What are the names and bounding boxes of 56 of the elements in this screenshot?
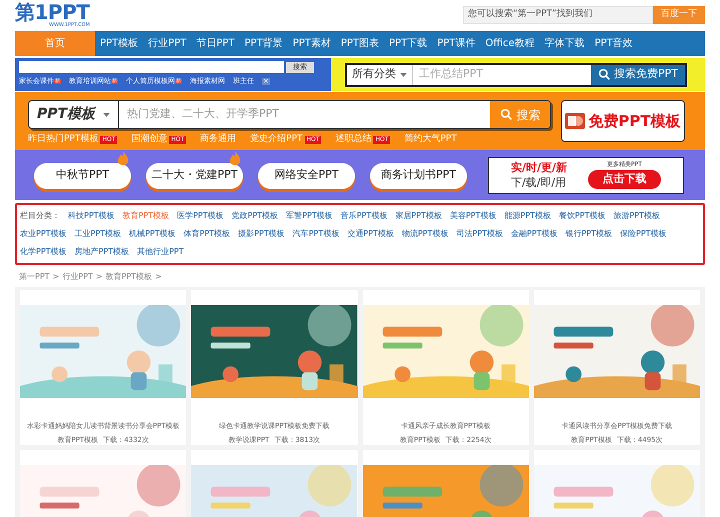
nav-tab[interactable]: PPT下载 bbox=[384, 31, 432, 56]
powerpoint-icon bbox=[565, 111, 586, 131]
category-link[interactable]: 机械PPT模板 bbox=[129, 225, 176, 243]
category-label: 栏目分类： bbox=[20, 210, 60, 222]
category-link[interactable]: 音乐PPT模板 bbox=[340, 207, 388, 225]
topic-button[interactable]: 商务计划书PPT bbox=[370, 162, 467, 189]
nav-tab[interactable]: 字体下载 bbox=[540, 31, 590, 56]
search-field[interactable]: 您可以搜索“第一PPT”找到我们 bbox=[463, 6, 653, 24]
ad-text: 实/时/更/新 bbox=[511, 160, 568, 175]
category-link[interactable]: 银行PPT模板 bbox=[565, 225, 612, 243]
category-link[interactable]: 家居PPT模板 bbox=[395, 207, 442, 225]
category-link[interactable]: 金融PPT模板 bbox=[510, 225, 558, 243]
category-link[interactable]: 军警PPT模板 bbox=[286, 207, 333, 225]
category-link[interactable]: 餐饮PPT模板 bbox=[558, 207, 606, 225]
category-link[interactable]: 交通PPT模板 bbox=[347, 225, 394, 243]
category-link[interactable]: 教育PPT模板 bbox=[122, 207, 170, 225]
category-link[interactable]: 司法PPT模板 bbox=[456, 225, 503, 243]
category-link[interactable]: 科技PPT模板 bbox=[68, 207, 115, 225]
breadcrumb-link[interactable]: 第一PPT bbox=[19, 271, 50, 283]
site-logo[interactable]: 第1PPT bbox=[15, 2, 90, 22]
nav-tab[interactable]: Office教程 bbox=[480, 31, 540, 56]
category-link[interactable]: 工业PPT模板 bbox=[74, 225, 122, 243]
topic-button[interactable]: 网络安全PPT bbox=[258, 162, 355, 189]
category-link[interactable]: 汽车PPT模板 bbox=[292, 225, 340, 243]
category-link[interactable]: 其他行业PPT bbox=[137, 243, 184, 261]
breadcrumb-separator: > bbox=[52, 271, 60, 283]
nav-tab[interactable]: PPT素材 bbox=[288, 31, 336, 56]
breadcrumb-link[interactable]: 教育PPT模板 bbox=[106, 271, 152, 283]
topic-button[interactable]: 中秋节PPT bbox=[34, 162, 131, 189]
breadcrumb-separator: > bbox=[96, 271, 102, 283]
category-link[interactable]: 旅游PPT模板 bbox=[613, 207, 660, 225]
nav-tab[interactable]: 行业PPT bbox=[143, 31, 192, 56]
nav-tab[interactable]: 节日PPT bbox=[191, 31, 240, 56]
site-search-field[interactable] bbox=[19, 61, 284, 73]
nav-tab[interactable]: PPT图表 bbox=[336, 31, 384, 56]
nav-tab[interactable]: PPT音效 bbox=[590, 31, 638, 56]
free-template-button[interactable]: 免费PPT模板 bbox=[561, 100, 685, 142]
category-link[interactable]: 能源PPT模板 bbox=[504, 207, 551, 225]
breadcrumb-separator: > bbox=[155, 271, 162, 283]
category-link[interactable]: 美容PPT模板 bbox=[450, 207, 496, 225]
category-link[interactable]: 化学PPT模板 bbox=[20, 243, 67, 261]
category-link[interactable]: 保险PPT模板 bbox=[620, 225, 667, 243]
category-link[interactable]: 体育PPT模板 bbox=[184, 225, 230, 243]
category-link[interactable]: 摄影PPT模板 bbox=[238, 225, 285, 243]
download-button[interactable]: 点击下载 bbox=[588, 170, 661, 188]
category-link[interactable]: 物流PPT模板 bbox=[402, 225, 448, 243]
ad-text: 下/载/即/用 bbox=[511, 175, 568, 190]
category-link[interactable]: 农业PPT模板 bbox=[20, 225, 67, 243]
nav-tab[interactable]: PPT背景 bbox=[240, 31, 288, 56]
nav-tab[interactable]: PPT模板 bbox=[95, 31, 144, 56]
topic-button[interactable]: 二十大・党建PPT bbox=[146, 162, 243, 189]
nav-tab[interactable]: PPT课件 bbox=[432, 31, 480, 56]
category-link[interactable]: 房地产PPT模板 bbox=[74, 243, 130, 261]
category-link[interactable]: 党政PPT模板 bbox=[232, 207, 278, 225]
category-link[interactable]: 医学PPT模板 bbox=[177, 207, 224, 225]
breadcrumb-link[interactable]: 行业PPT bbox=[62, 271, 93, 283]
